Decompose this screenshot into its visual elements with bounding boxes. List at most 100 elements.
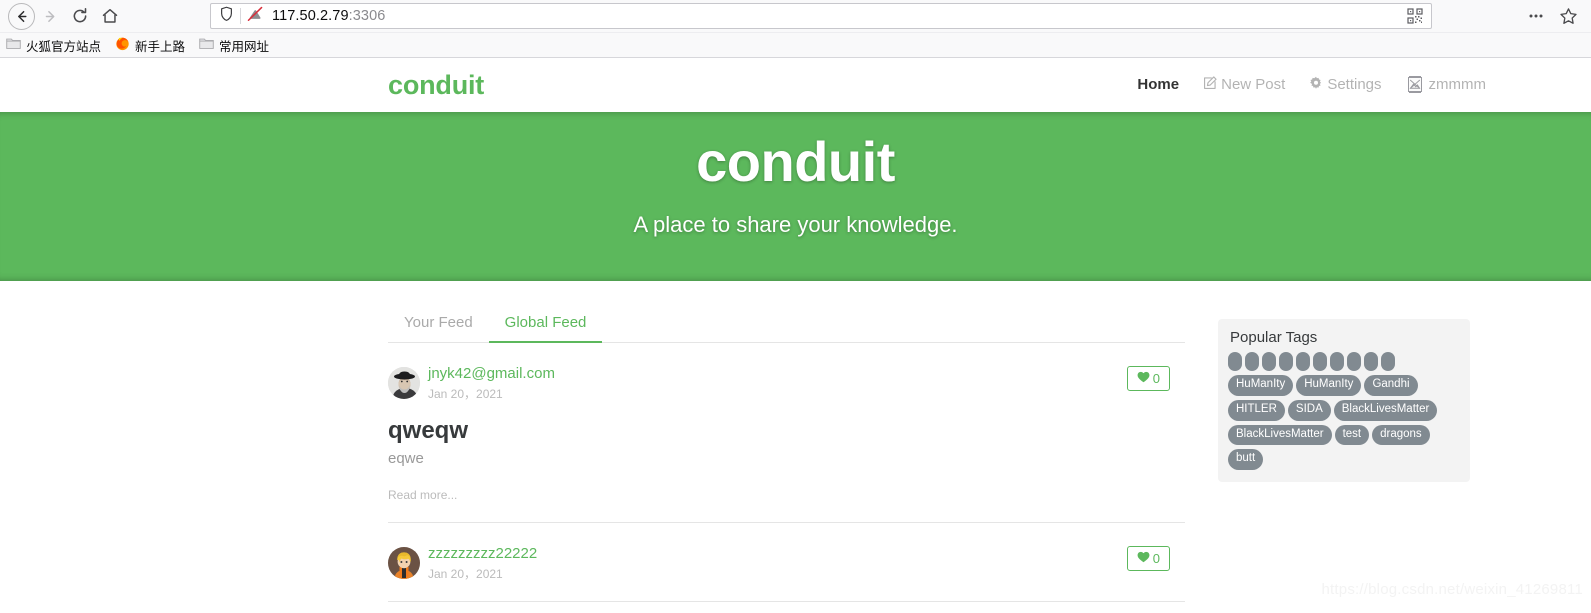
tag-pill[interactable] — [1262, 352, 1276, 371]
article-link[interactable]: qweqw eqwe Read more... — [388, 401, 1185, 502]
bookmark-label: 新手上路 — [135, 39, 186, 54]
bookmark-item-1[interactable]: 新手上路 — [115, 36, 185, 55]
hero-banner: conduit A place to share your knowledge. — [0, 112, 1591, 281]
tab-your-feed[interactable]: Your Feed — [388, 306, 489, 343]
nav-link-profile[interactable]: zmmmm — [1394, 75, 1486, 94]
feed-toggle: Your Feed Global Feed — [388, 306, 1185, 343]
popular-tags-heading: Popular Tags — [1230, 329, 1318, 346]
navbar-links: Home New Post Settings zmmmm — [1125, 75, 1486, 94]
tag-pill[interactable] — [1313, 352, 1327, 371]
heart-icon — [1137, 371, 1150, 385]
nav-link-new-post[interactable]: New Post — [1191, 75, 1297, 94]
favorite-button[interactable]: 0 — [1126, 546, 1170, 572]
favorite-count: 0 — [1152, 550, 1160, 566]
tag-pill[interactable] — [1245, 352, 1259, 371]
tag-pill[interactable]: SIDA — [1287, 399, 1331, 421]
nav-link-label: New Post — [1221, 76, 1286, 93]
tag-pill[interactable] — [1330, 352, 1344, 371]
tag-pill[interactable]: Gandhi — [1364, 375, 1418, 396]
bookmark-item-2[interactable]: 常用网址 — [199, 36, 269, 55]
nav-link-label: Settings — [1327, 76, 1382, 93]
folder-icon — [6, 37, 21, 53]
firefox-icon — [115, 36, 130, 54]
article-preview: zzzzzzzzz22222 Jan 20，2021 0 — [388, 523, 1185, 603]
nav-link-settings[interactable]: Settings — [1297, 76, 1393, 94]
article-author[interactable]: zzzzzzzzz22222 — [428, 546, 537, 563]
article-title: qweqw — [388, 417, 469, 444]
tag-pill[interactable]: BlackLivesMatter — [1228, 424, 1332, 446]
banner-subtitle: A place to share your knowledge. — [633, 211, 958, 237]
avatar[interactable] — [388, 547, 420, 580]
popular-tags-panel: Popular Tags HuManIty HuManIty Gandhi HITLE… — [1218, 319, 1470, 483]
sidebar-column: Popular Tags HuManIty HuManIty Gandhi HITLE… — [1218, 306, 1470, 602]
folder-icon — [199, 37, 214, 53]
bookmark-label: 火狐官方站点 — [26, 39, 102, 54]
tag-pill[interactable] — [1364, 352, 1378, 371]
url-bar[interactable]: 117.50.2.79:3306 — [210, 3, 1432, 29]
browser-chrome: 117.50.2.79:3306 火狐官方站点 新手上路 常用网址 — [0, 0, 1591, 58]
compose-pencil-icon — [1203, 75, 1217, 94]
content-area: Your Feed Global Feed jnyk42@gmail.com J… — [0, 281, 1591, 603]
more-menu-icon[interactable] — [1521, 1, 1551, 31]
url-text[interactable]: 117.50.2.79:3306 — [264, 8, 1403, 24]
article-author[interactable]: jnyk42@gmail.com — [428, 365, 555, 383]
tag-pill[interactable]: HuManIty — [1296, 375, 1362, 396]
bookmarks-toolbar: 火狐官方站点 新手上路 常用网址 — [0, 32, 1591, 57]
insecure-connection-icon[interactable] — [247, 6, 264, 27]
tag-pill[interactable] — [1296, 352, 1310, 371]
tag-pill[interactable] — [1228, 352, 1242, 371]
url-bar-icons — [219, 6, 264, 27]
url-host: 117.50.2.79 — [272, 8, 349, 24]
broken-image-icon — [1406, 75, 1424, 94]
bookmark-item-0[interactable]: 火狐官方站点 — [6, 36, 101, 55]
favorite-button[interactable]: 0 — [1126, 366, 1170, 391]
tag-pill[interactable]: HuManIty — [1228, 375, 1294, 396]
nav-link-label: zmmmm — [1428, 76, 1486, 93]
page-content: conduit Home New Post Settings zmmmm con… — [0, 58, 1591, 613]
article-preview: jnyk42@gmail.com Jan 20，2021 0 qweqw eqw… — [388, 343, 1185, 524]
urlbar-container: 117.50.2.79:3306 — [125, 3, 1517, 29]
feed-column: Your Feed Global Feed jnyk42@gmail.com J… — [388, 306, 1200, 603]
home-button[interactable] — [95, 1, 125, 31]
qr-code-icon[interactable] — [1403, 5, 1427, 27]
heart-icon — [1137, 551, 1150, 565]
url-bar-actions — [1403, 5, 1427, 27]
tag-pill[interactable]: HITLER — [1228, 399, 1285, 421]
reload-button[interactable] — [65, 1, 95, 31]
article-meta: zzzzzzzzz22222 Jan 20，2021 — [388, 546, 1185, 581]
url-icon-divider — [240, 8, 241, 24]
avatar[interactable] — [388, 367, 420, 399]
article-description: eqwe — [388, 449, 424, 467]
banner-title: conduit — [696, 129, 895, 193]
brand-logo[interactable]: conduit — [388, 70, 484, 101]
article-meta: jnyk42@gmail.com Jan 20，2021 — [388, 365, 1185, 401]
favorite-count: 0 — [1152, 370, 1160, 386]
tag-pill[interactable]: BlackLivesMatter — [1333, 399, 1438, 421]
article-author-info: jnyk42@gmail.com Jan 20，2021 — [428, 365, 555, 401]
url-port: :3306 — [348, 8, 386, 24]
tab-global-feed[interactable]: Global Feed — [488, 306, 603, 343]
tag-pill[interactable]: dragons — [1372, 424, 1430, 446]
tag-pill[interactable]: test — [1334, 424, 1370, 446]
article-author-info: zzzzzzzzz22222 Jan 20，2021 — [428, 546, 537, 581]
nav-link-label: Home — [1137, 76, 1180, 93]
tag-pill[interactable] — [1279, 352, 1293, 371]
article-date: Jan 20，2021 — [428, 386, 503, 401]
forward-button[interactable] — [35, 1, 65, 31]
bookmark-star-icon[interactable] — [1553, 1, 1583, 31]
tag-pill[interactable] — [1347, 352, 1361, 371]
gear-icon — [1309, 76, 1323, 94]
nav-link-home[interactable]: Home — [1125, 76, 1191, 93]
tag-pill[interactable] — [1381, 352, 1395, 371]
article-date: Jan 20，2021 — [428, 566, 503, 581]
tracking-protection-shield-icon[interactable] — [219, 6, 234, 27]
app-navbar: conduit Home New Post Settings zmmmm — [0, 58, 1591, 112]
watermark: https://blog.csdn.net/weixin_41269811 — [1321, 581, 1583, 598]
back-button[interactable] — [8, 2, 35, 30]
bookmark-label: 常用网址 — [219, 39, 270, 54]
read-more-label: Read more... — [388, 488, 458, 503]
browser-toolbar: 117.50.2.79:3306 — [0, 0, 1591, 32]
tag-pill[interactable]: butt — [1228, 449, 1264, 471]
toolbar-right-actions — [1517, 1, 1583, 31]
tag-list: HuManIty HuManIty Gandhi HITLER SIDA BlackLiv… — [1228, 352, 1460, 471]
